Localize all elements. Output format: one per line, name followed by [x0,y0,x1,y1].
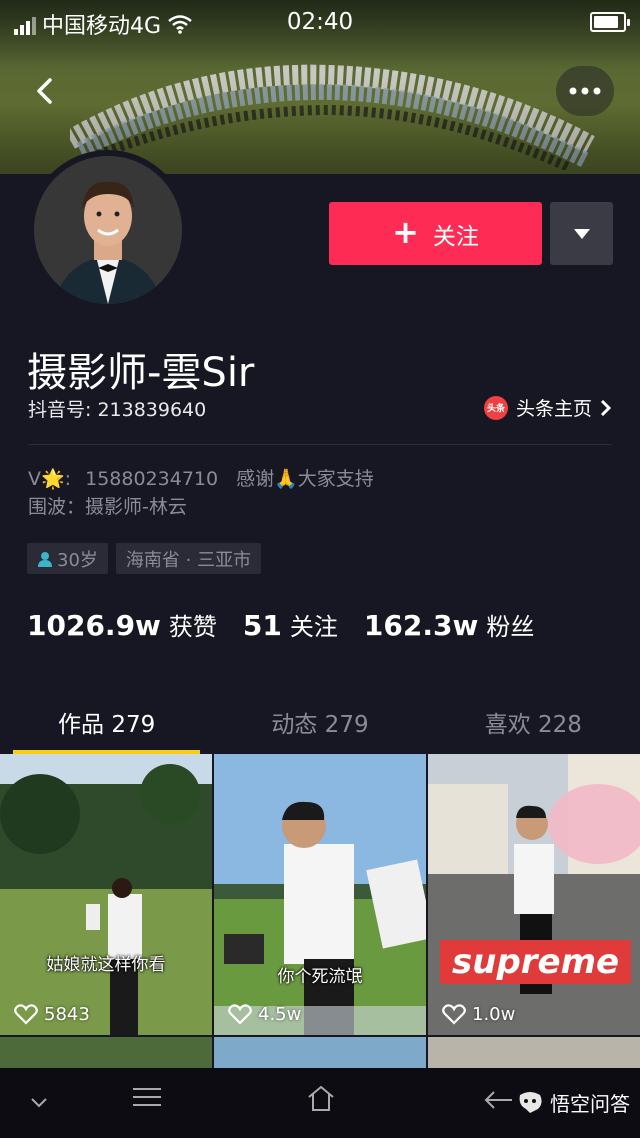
likes-label: 获赞 [168,613,217,641]
battery-icon [590,12,630,32]
age-tag: 30岁 [27,543,108,574]
video-likes: 5843 [14,1003,90,1025]
follow-label: 关注 [432,223,479,250]
nav-back-button[interactable] [484,1090,514,1116]
following-count: 51 [242,609,282,642]
recommend-dropdown-button[interactable] [550,202,613,265]
douyin-id: 抖音号: 213839640 [28,399,207,421]
age-label: 30岁 [57,549,98,571]
bio-line-1: V🌟: 15880234710 感谢🙏大家支持 [28,464,374,491]
system-nav-bar: 悟空问答 [0,1068,640,1138]
avatar[interactable] [28,150,188,310]
username: 摄影师-雲Sir [27,350,255,396]
video-caption: 你个死流氓 [277,967,363,987]
content-tabs: 作品 279 动态 279 喜欢 228 [0,690,640,754]
video-caption: 姑娘就这样你看 [46,955,166,975]
back-nav-icon [484,1091,512,1109]
more-button[interactable] [556,66,614,116]
video-likes-count: 4.5w [258,1003,302,1025]
likes-count: 1026.9w [27,609,161,642]
bio-line-2: 围波：摄影师-林云 [28,496,187,518]
video-likes: 1.0w [442,1003,515,1025]
chevron-down-icon [31,1098,47,1108]
toutiao-link-label: 头条主页 [515,398,592,420]
tab-dynamics-label: 动态 279 [271,712,369,738]
back-button[interactable] [22,68,68,114]
profile-screen: 中国移动4G 02:40 + 关注 摄影师-雲Sir 抖音号: 21383964… [0,0,640,1138]
video-thumbnail[interactable]: 你个死流氓 4.5w [214,754,426,1035]
avatar-image [34,156,182,304]
nav-menu-button[interactable] [133,1086,161,1112]
video-likes: 4.5w [228,1003,301,1025]
likes-stat: 1026.9w 获赞 [27,607,217,642]
video-likes-count: 1.0w [472,1003,516,1025]
chevron-down-icon [573,228,590,239]
nav-home-button[interactable] [306,1084,336,1116]
home-icon [308,1085,334,1111]
video-thumbnail-image [428,754,640,1035]
person-icon [38,551,52,567]
divider [28,444,612,445]
following-label: 关注 [289,613,338,641]
more-dots-icon [569,87,601,95]
location-label: 海南省 · 三亚市 [125,549,252,571]
video-sticker: supreme [440,940,632,984]
video-caption: supreme [440,940,632,984]
follow-button[interactable]: + 关注 [329,202,542,265]
toutiao-homepage-link[interactable]: 头条 头条主页 [483,394,612,421]
heart-icon [14,1004,38,1025]
status-bar: 中国移动4G 02:40 [0,0,640,46]
video-likes-count: 5843 [44,1003,90,1025]
tab-works-label: 作品 279 [58,712,156,738]
menu-icon [133,1088,161,1106]
watermark-label: 悟空问答 [550,1092,630,1116]
followers-label: 粉丝 [486,613,535,641]
video-thumbnail[interactable]: 姑娘就这样你看 5843 [0,754,212,1035]
tab-dynamics[interactable]: 动态 279 [213,690,426,754]
bio-prefix: V🌟: [28,468,72,490]
video-thumbnail-image [0,754,212,1035]
wukong-logo-icon [519,1091,542,1113]
tab-likes-label: 喜欢 228 [484,712,582,738]
clock: 02:40 [286,9,354,35]
bio-thanks: 感谢🙏大家支持 [236,468,374,490]
video-thumbnail[interactable]: supreme 1.0w [428,754,640,1035]
video-grid: 姑娘就这样你看 5843 你个死流氓 4.5w supreme 1.0w [0,754,640,1073]
bio-phone: 15880234710 [85,468,219,490]
video-thumbnail-image [214,754,426,1035]
chevron-right-icon [600,399,612,416]
profile-tags: 30岁 海南省 · 三亚市 [27,543,262,574]
back-arrow-icon [37,78,52,104]
nav-collapse-button[interactable] [30,1094,48,1113]
toutiao-logo-icon: 头条 [483,395,508,420]
followers-count: 162.3w [363,609,479,642]
watermark: 悟空问答 [516,1088,630,1117]
following-stat[interactable]: 51 关注 [243,607,338,642]
location-tag: 海南省 · 三亚市 [115,543,262,574]
plus-icon: + [392,213,419,251]
heart-icon [228,1004,252,1025]
profile-stats: 1026.9w 获赞 51 关注 162.3w 粉丝 [27,607,534,642]
heart-icon [442,1004,466,1025]
tab-works[interactable]: 作品 279 [0,690,213,754]
tab-likes[interactable]: 喜欢 228 [427,690,640,754]
followers-stat[interactable]: 162.3w 粉丝 [364,607,534,642]
